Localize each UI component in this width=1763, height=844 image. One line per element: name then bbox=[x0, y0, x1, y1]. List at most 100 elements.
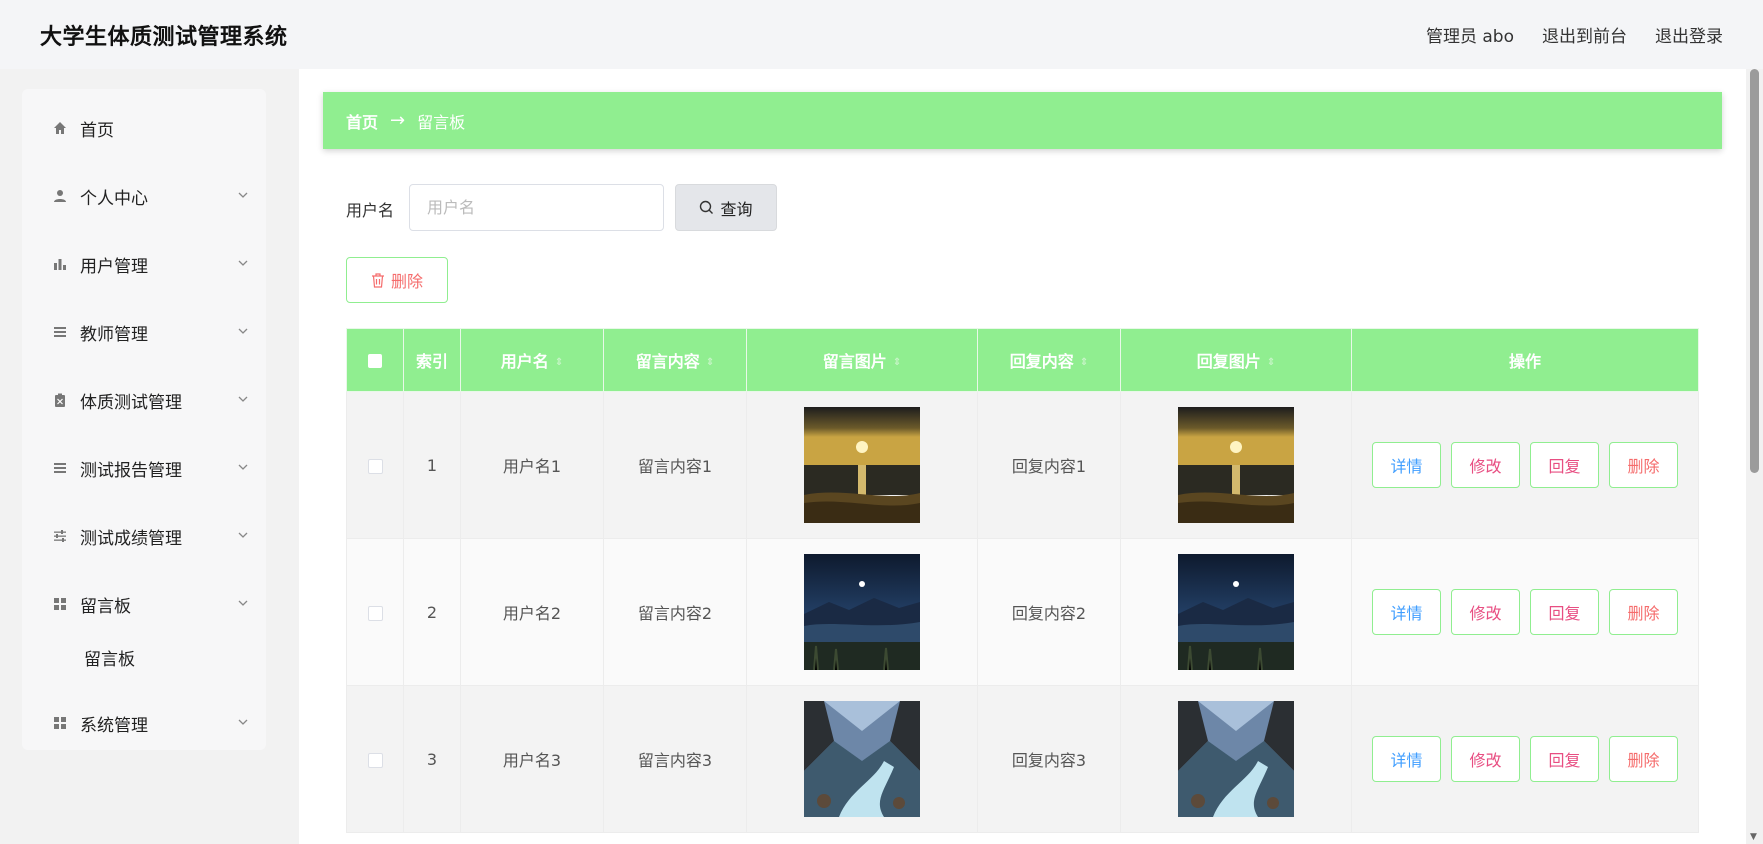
home-icon bbox=[52, 120, 68, 136]
sidebar-item-home[interactable]: 首页 bbox=[22, 108, 266, 148]
mountain-river-image[interactable] bbox=[1178, 701, 1294, 817]
reply-button[interactable]: 回复 bbox=[1530, 589, 1599, 635]
sort-icon[interactable]: ⇕ bbox=[893, 357, 901, 368]
breadcrumb: 首页 → 留言板 bbox=[323, 92, 1722, 149]
sidebar-item-label: 系统管理 bbox=[80, 715, 148, 736]
night-mountains-image[interactable] bbox=[1178, 554, 1294, 670]
list-icon bbox=[52, 324, 68, 340]
night-mountains-image[interactable] bbox=[804, 554, 920, 670]
cell-username: 用户名2 bbox=[460, 538, 604, 686]
chevron-down-icon bbox=[238, 600, 248, 606]
detail-button[interactable]: 详情 bbox=[1372, 736, 1441, 782]
reply-button[interactable]: 回复 bbox=[1530, 442, 1599, 488]
column-header-label: 留言内容 bbox=[635, 352, 700, 371]
cell-actions: 详情 修改 回复 删除 bbox=[1351, 538, 1699, 686]
mountain-river-image[interactable] bbox=[804, 701, 920, 817]
exit-to-front-link[interactable]: 退出到前台 bbox=[1542, 22, 1627, 47]
cell-index: 1 bbox=[403, 391, 461, 539]
cell-message-image bbox=[746, 391, 978, 539]
admin-user-label[interactable]: 管理员 abo bbox=[1426, 22, 1514, 47]
row-checkbox[interactable] bbox=[367, 752, 383, 768]
sidebar-item-scores[interactable]: 测试成绩管理 bbox=[22, 516, 266, 556]
cell-content: 留言内容3 bbox=[603, 685, 747, 833]
sidebar-item-label: 测试报告管理 bbox=[80, 460, 182, 481]
column-header-index: 索引 bbox=[403, 328, 461, 392]
edit-button[interactable]: 修改 bbox=[1451, 589, 1520, 635]
edit-button[interactable]: 修改 bbox=[1451, 442, 1520, 488]
detail-button[interactable]: 详情 bbox=[1372, 442, 1441, 488]
sort-icon[interactable]: ⇕ bbox=[1080, 357, 1088, 368]
row-checkbox-cell bbox=[346, 538, 404, 686]
reply-button[interactable]: 回复 bbox=[1530, 736, 1599, 782]
column-header-actions: 操作 bbox=[1351, 328, 1699, 392]
clipboard-icon bbox=[52, 392, 68, 408]
grid-icon bbox=[52, 715, 68, 731]
sidebar-item-label: 测试成绩管理 bbox=[80, 528, 182, 549]
sort-icon[interactable]: ⇕ bbox=[1267, 357, 1275, 368]
sort-icon[interactable]: ⇕ bbox=[706, 357, 714, 368]
chevron-down-icon bbox=[238, 328, 248, 334]
table-row: 3 用户名3 留言内容3 回复内容3 详情 修改 回复 删除 bbox=[346, 685, 1699, 833]
sidebar-subitem-message-board[interactable]: 留言板 bbox=[84, 642, 135, 672]
chevron-down-icon bbox=[238, 464, 248, 470]
search-label: 用户名 bbox=[346, 201, 395, 220]
sidebar-item-users[interactable]: 用户管理 bbox=[22, 244, 266, 284]
sidebar-item-teachers[interactable]: 教师管理 bbox=[22, 312, 266, 352]
detail-button[interactable]: 详情 bbox=[1372, 589, 1441, 635]
chevron-down-icon bbox=[238, 532, 248, 538]
sidebar-item-reports[interactable]: 测试报告管理 bbox=[22, 448, 266, 488]
message-table: 索引 用户名 ⇕ 留言内容 ⇕ 留言图片 ⇕ 回复内容 ⇕ 回复图片 ⇕ 操作 1 用户名… bbox=[346, 328, 1699, 833]
logout-link[interactable]: 退出登录 bbox=[1655, 22, 1723, 47]
sidebar-item-system[interactable]: 系统管理 bbox=[22, 703, 266, 743]
column-header-label: 回复内容 bbox=[1009, 352, 1074, 371]
bar-chart-icon bbox=[52, 256, 68, 272]
trash-icon bbox=[371, 272, 384, 288]
sidebar-item-fitness-test[interactable]: 体质测试管理 bbox=[22, 380, 266, 420]
sidebar-item-message-board[interactable]: 留言板 bbox=[22, 584, 266, 624]
sidebar-area: 首页 个人中心 用户管理 教师管理 体质测试管理 测试报告管理 测试成绩管理 留… bbox=[0, 69, 299, 844]
delete-button[interactable]: 删除 bbox=[1609, 589, 1678, 635]
column-header-username[interactable]: 用户名 ⇕ bbox=[460, 328, 604, 392]
cell-actions: 详情 修改 回复 删除 bbox=[1351, 391, 1699, 539]
scrollbar-thumb[interactable] bbox=[1750, 69, 1759, 473]
cell-index: 3 bbox=[403, 685, 461, 833]
breadcrumb-home[interactable]: 首页 bbox=[346, 109, 378, 133]
sliders-icon bbox=[52, 528, 68, 544]
cell-reply: 回复内容1 bbox=[977, 391, 1121, 539]
row-checkbox[interactable] bbox=[367, 458, 383, 474]
scroll-down-arrow-icon[interactable]: ▼ bbox=[1750, 832, 1757, 842]
vertical-scrollbar[interactable]: ▼ bbox=[1746, 69, 1763, 844]
chevron-down-icon bbox=[238, 192, 248, 198]
sunset-beach-image[interactable] bbox=[804, 407, 920, 523]
grid-icon bbox=[52, 596, 68, 612]
cell-content: 留言内容1 bbox=[603, 391, 747, 539]
chevron-down-icon bbox=[238, 260, 248, 266]
sunset-beach-image[interactable] bbox=[1178, 407, 1294, 523]
row-checkbox-cell bbox=[346, 391, 404, 539]
delete-button[interactable]: 删除 bbox=[1609, 736, 1678, 782]
list-icon bbox=[52, 460, 68, 476]
search-icon bbox=[700, 200, 714, 214]
sort-icon[interactable]: ⇕ bbox=[555, 357, 563, 368]
user-icon bbox=[52, 188, 68, 204]
sidebar-menu: 首页 个人中心 用户管理 教师管理 体质测试管理 测试报告管理 测试成绩管理 留… bbox=[22, 89, 266, 750]
column-header-label: 留言图片 bbox=[822, 352, 887, 371]
column-header-reply[interactable]: 回复内容 ⇕ bbox=[977, 328, 1121, 392]
cell-actions: 详情 修改 回复 删除 bbox=[1351, 685, 1699, 833]
search-input[interactable] bbox=[409, 184, 664, 231]
table-row: 2 用户名2 留言内容2 回复内容2 详情 修改 回复 删除 bbox=[346, 538, 1699, 686]
delete-button[interactable]: 删除 bbox=[1609, 442, 1678, 488]
edit-button[interactable]: 修改 bbox=[1451, 736, 1520, 782]
column-header-content[interactable]: 留言内容 ⇕ bbox=[603, 328, 747, 392]
row-checkbox[interactable] bbox=[367, 605, 383, 621]
batch-delete-button[interactable]: 删除 bbox=[346, 257, 448, 303]
select-all-checkbox[interactable] bbox=[368, 354, 382, 368]
sidebar-item-personal[interactable]: 个人中心 bbox=[22, 176, 266, 216]
header-actions: 管理员 abo 退出到前台 退出登录 bbox=[1426, 22, 1723, 47]
query-button-label: 查询 bbox=[720, 199, 753, 219]
table-row: 1 用户名1 留言内容1 回复内容1 详情 修改 回复 删除 bbox=[346, 391, 1699, 539]
query-button[interactable]: 查询 bbox=[675, 184, 777, 231]
column-header-message-image[interactable]: 留言图片 ⇕ bbox=[746, 328, 978, 392]
column-header-reply-image[interactable]: 回复图片 ⇕ bbox=[1120, 328, 1352, 392]
select-all-header[interactable] bbox=[346, 328, 404, 392]
